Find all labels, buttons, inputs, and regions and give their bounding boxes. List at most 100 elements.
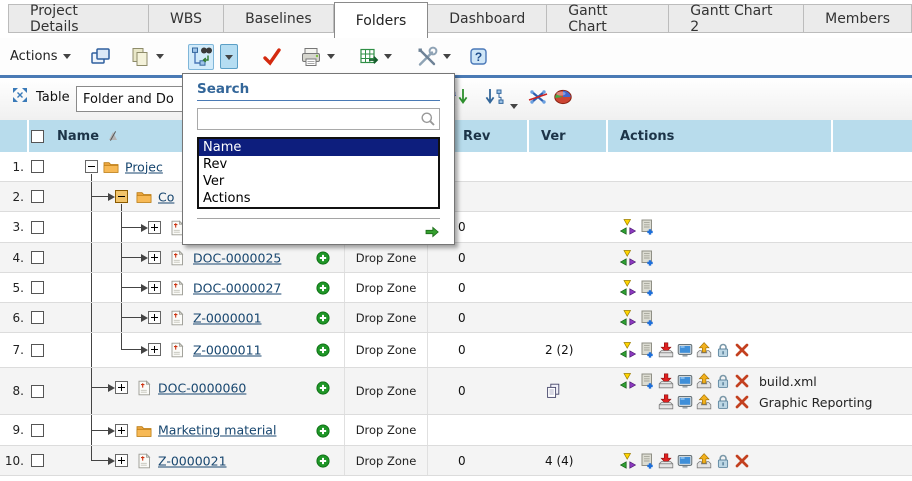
chevron-down-icon[interactable] (510, 94, 518, 113)
column-header-actions[interactable]: Actions (620, 120, 674, 152)
route-icon[interactable] (620, 250, 636, 266)
row-checkbox[interactable] (31, 182, 47, 211)
add-file-icon[interactable] (639, 280, 655, 296)
add-file-icon[interactable] (639, 342, 655, 358)
column-header-rev[interactable]: Rev (463, 120, 490, 152)
route-icon[interactable] (620, 280, 636, 296)
help-button[interactable] (469, 47, 489, 67)
download-icon[interactable] (658, 342, 674, 358)
route-icon[interactable] (620, 342, 636, 358)
collapse-toggle[interactable] (85, 160, 98, 173)
chevron-down-icon[interactable] (156, 54, 164, 59)
tab-members[interactable]: Members (804, 4, 912, 33)
add-file-icon[interactable] (639, 219, 655, 235)
document-link[interactable]: Z-0000021 (158, 453, 227, 468)
download-icon[interactable] (658, 453, 674, 469)
tab-baselines[interactable]: Baselines (224, 4, 334, 33)
listbox-option-name[interactable]: Name (199, 139, 438, 156)
delete-icon[interactable] (734, 373, 750, 389)
expand-toggle[interactable] (115, 424, 128, 437)
copies-icon[interactable] (545, 383, 561, 399)
drop-zone[interactable]: Drop Zone (344, 333, 428, 367)
drop-zone[interactable]: Drop Zone (344, 303, 428, 332)
view-icon[interactable] (677, 453, 693, 469)
tab-wbs[interactable]: WBS (149, 4, 224, 33)
download-icon[interactable] (658, 394, 674, 410)
expand-toggle[interactable] (115, 381, 128, 394)
add-file-icon[interactable] (639, 453, 655, 469)
expand-toggle[interactable] (148, 251, 161, 264)
column-header-ver[interactable]: Ver (541, 120, 566, 152)
lock-icon[interactable] (715, 394, 731, 410)
drop-zone[interactable]: Drop Zone (344, 415, 428, 445)
search-input[interactable] (197, 108, 440, 130)
row-checkbox[interactable] (31, 415, 47, 445)
drop-zone[interactable]: Drop Zone (344, 273, 428, 302)
folder-link[interactable]: Marketing material (158, 423, 276, 438)
print-button[interactable] (300, 46, 335, 68)
row-checkbox[interactable] (31, 212, 47, 242)
route-icon[interactable] (620, 453, 636, 469)
open-window-button[interactable] (89, 46, 111, 68)
listbox-option-actions[interactable]: Actions (199, 190, 438, 207)
add-content-icon[interactable] (316, 311, 330, 325)
chevron-down-icon[interactable] (384, 54, 392, 59)
expand-toggle[interactable] (148, 343, 161, 356)
delete-icon[interactable] (734, 394, 750, 410)
lock-icon[interactable] (715, 373, 731, 389)
add-content-icon[interactable] (316, 281, 330, 295)
document-link[interactable]: Z-0000001 (193, 310, 262, 325)
drop-zone[interactable]: Drop Zone (344, 243, 428, 272)
tools-button[interactable] (416, 46, 451, 68)
validate-button[interactable] (262, 47, 282, 67)
upload-icon[interactable] (696, 453, 712, 469)
route-icon[interactable] (620, 219, 636, 235)
listbox-option-ver[interactable]: Ver (199, 173, 438, 190)
chart-icon[interactable] (553, 87, 573, 107)
row-checkbox[interactable] (31, 243, 47, 272)
expand-toggle[interactable] (148, 311, 161, 324)
delete-icon[interactable] (734, 453, 750, 469)
export-button[interactable] (359, 47, 392, 67)
drop-zone[interactable]: Drop Zone (344, 446, 428, 475)
add-content-icon[interactable] (316, 424, 330, 438)
lock-icon[interactable] (715, 342, 731, 358)
expand-toggle[interactable] (148, 221, 161, 234)
tab-folders[interactable]: Folders (334, 2, 429, 38)
download-icon[interactable] (658, 373, 674, 389)
add-content-icon[interactable] (316, 381, 330, 395)
add-content-icon[interactable] (316, 251, 330, 265)
row-checkbox[interactable] (31, 368, 47, 414)
add-content-icon[interactable] (316, 454, 330, 468)
chevron-down-icon[interactable] (443, 54, 451, 59)
route-icon[interactable] (620, 310, 636, 326)
expand-all-icon[interactable] (12, 87, 28, 103)
actions-menu-button[interactable]: Actions (10, 49, 71, 64)
delete-icon[interactable] (734, 342, 750, 358)
tab-project-details[interactable]: Project Details (8, 4, 149, 33)
add-file-icon[interactable] (639, 373, 655, 389)
select-all-checkbox[interactable] (31, 120, 44, 152)
lock-icon[interactable] (715, 453, 731, 469)
add-file-icon[interactable] (639, 250, 655, 266)
add-content-icon[interactable] (316, 343, 330, 357)
folder-link[interactable]: Co (158, 189, 174, 204)
document-link[interactable]: DOC-0000025 (193, 250, 281, 265)
row-checkbox[interactable] (31, 273, 47, 302)
structure-search-dropdown[interactable] (220, 44, 238, 69)
apply-filter-arrow-icon[interactable] (424, 224, 440, 240)
listbox-option-rev[interactable]: Rev (199, 156, 438, 173)
document-link[interactable]: Z-0000011 (193, 343, 262, 358)
view-icon[interactable] (677, 373, 693, 389)
document-link[interactable]: DOC-0000060 (158, 381, 246, 396)
route-icon[interactable] (620, 373, 636, 389)
row-checkbox[interactable] (31, 446, 47, 475)
collapse-toggle[interactable] (115, 190, 128, 203)
chevron-down-icon[interactable] (327, 54, 335, 59)
tab-gantt-chart[interactable]: Gantt Chart (547, 4, 669, 33)
row-checkbox[interactable] (31, 152, 47, 181)
tab-gantt-chart-2[interactable]: Gantt Chart 2 (669, 4, 804, 33)
folder-link[interactable]: Projec (125, 159, 163, 174)
view-icon[interactable] (677, 342, 693, 358)
view-icon[interactable] (677, 394, 693, 410)
